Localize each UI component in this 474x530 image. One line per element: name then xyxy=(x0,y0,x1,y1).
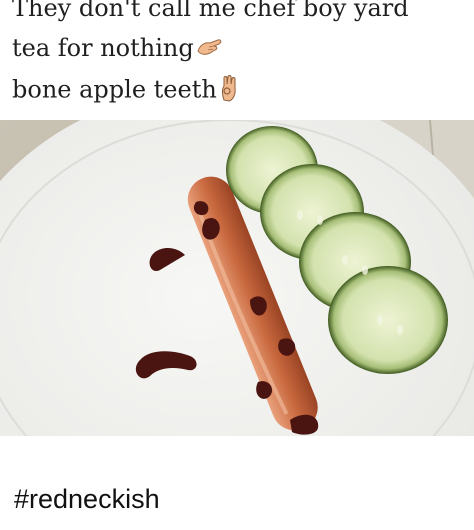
caption-line-3-text: bone apple teeth xyxy=(12,75,217,104)
meme-canvas: They don't call me chef boy yard tea for… xyxy=(0,0,474,530)
ok-hand-emoji-icon xyxy=(219,74,241,108)
footer-bar: #redneckish xyxy=(0,436,474,530)
caption-line-1: They don't call me chef boy yard xyxy=(12,0,409,22)
caption-line-2-text: tea for nothing xyxy=(12,34,194,62)
caption-line-3: bone apple teeth xyxy=(12,74,241,108)
hashtag-text: #redneckish xyxy=(14,484,160,514)
hotdog-cucumber-plate-photo xyxy=(0,120,474,436)
pinched-fingers-emoji-icon xyxy=(196,36,224,64)
caption-line-2: tea for nothing xyxy=(12,34,224,64)
meme-caption: They don't call me chef boy yard tea for… xyxy=(0,0,474,120)
